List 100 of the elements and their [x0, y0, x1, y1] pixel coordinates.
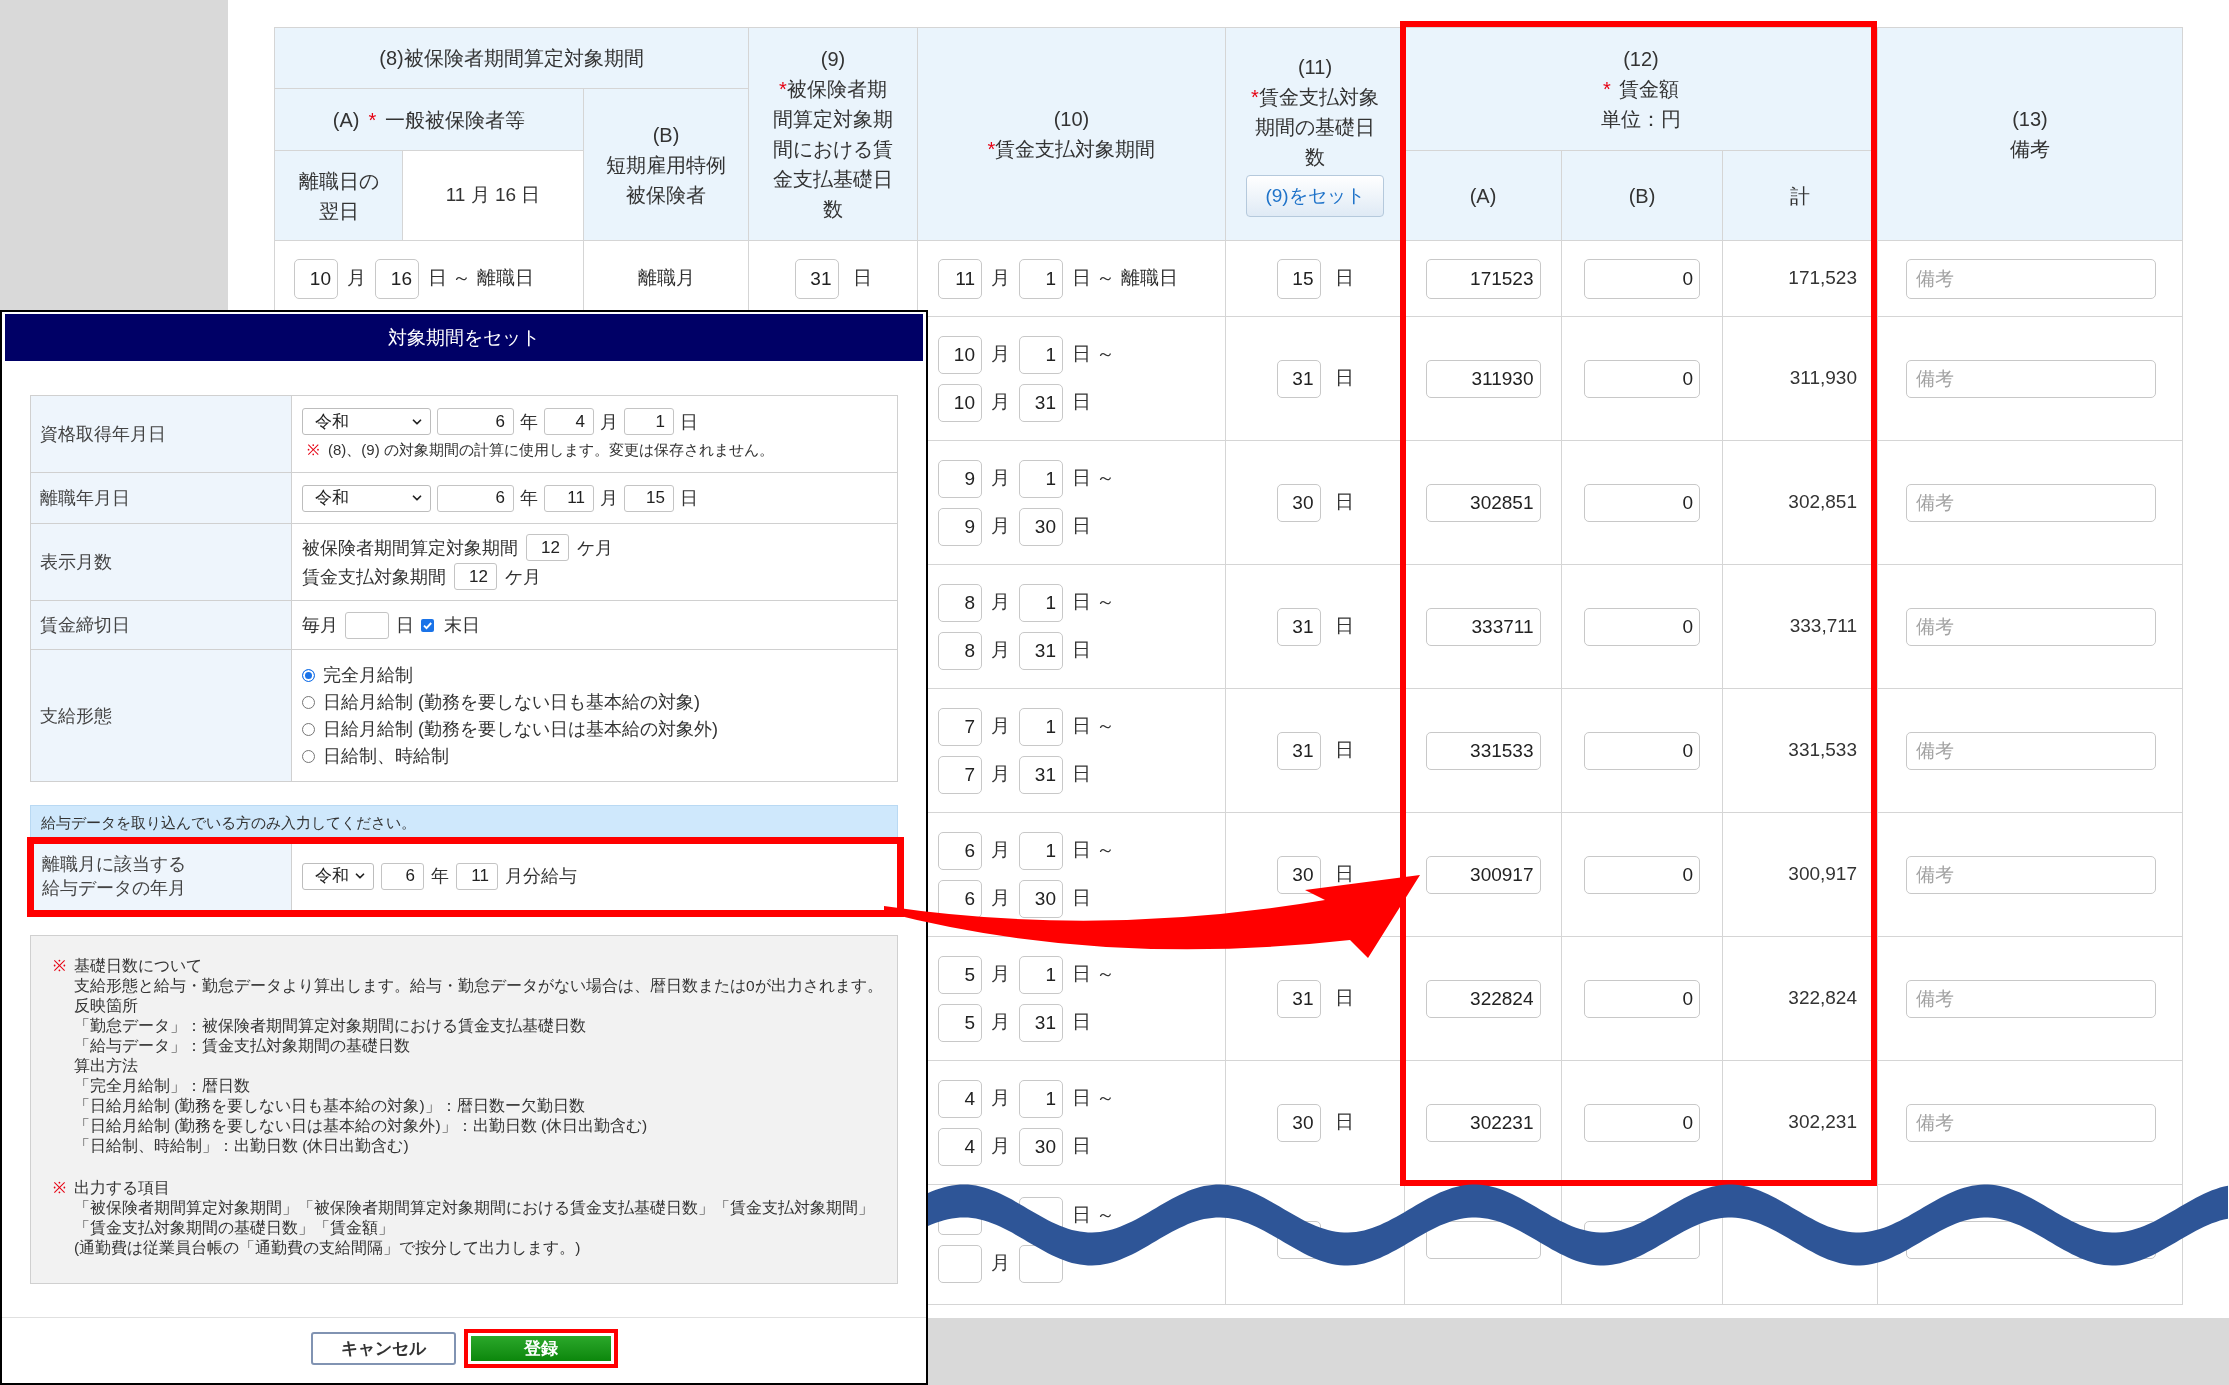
cancel-button[interactable]: キャンセル: [310, 1332, 456, 1365]
day-field[interactable]: 31: [1019, 383, 1063, 422]
era-select[interactable]: 令和: [302, 484, 431, 512]
radio-button[interactable]: [302, 722, 315, 736]
month-field[interactable]: 10: [938, 335, 982, 374]
amount-field[interactable]: 0: [1584, 258, 1700, 299]
day-field[interactable]: 15: [624, 484, 674, 512]
month-field[interactable]: 11: [938, 258, 982, 299]
amount-field[interactable]: 0: [1584, 607, 1700, 646]
days-field[interactable]: 31: [1276, 979, 1321, 1018]
month-field[interactable]: 7: [938, 707, 982, 746]
month-field[interactable]: 8: [938, 583, 982, 622]
month-field[interactable]: 11: [544, 484, 594, 512]
days-field[interactable]: 30: [1276, 855, 1321, 894]
amount-field[interactable]: 322824: [1425, 979, 1541, 1018]
set-days-button[interactable]: (9)をセット: [1246, 174, 1384, 217]
month-field[interactable]: 7: [938, 755, 982, 794]
day-field[interactable]: 30: [1019, 507, 1063, 546]
amount-field[interactable]: 331533: [1425, 731, 1541, 770]
month-field[interactable]: 6: [938, 879, 982, 918]
amount-field[interactable]: 0: [1584, 731, 1700, 770]
months-field[interactable]: 12: [526, 534, 569, 561]
days-field[interactable]: 31: [1276, 731, 1321, 770]
amount-field[interactable]: 0: [1584, 855, 1700, 894]
month-field[interactable]: 4: [938, 1127, 982, 1166]
radio-button[interactable]: [302, 749, 315, 763]
remarks-field[interactable]: 備考: [1906, 855, 2156, 894]
day-field[interactable]: 1: [1019, 335, 1063, 374]
day-field[interactable]: 30: [1019, 879, 1063, 918]
total-amount: 322,824: [1788, 987, 1857, 1009]
note-line: 「日給制、時給制」：出勤日数 (休日出勤含む): [74, 1136, 410, 1156]
day-field[interactable]: 31: [1019, 631, 1063, 670]
year-field[interactable]: 6: [437, 408, 514, 435]
era-select[interactable]: 令和: [302, 862, 374, 890]
day-field[interactable]: 31: [1019, 755, 1063, 794]
month-field[interactable]: 6: [938, 831, 982, 870]
year-field[interactable]: 6: [437, 484, 514, 512]
month-field[interactable]: 10: [938, 383, 982, 422]
day-field[interactable]: 1: [1019, 583, 1063, 622]
day-field[interactable]: [345, 611, 389, 639]
day-field[interactable]: 1: [1019, 459, 1063, 498]
remarks-field[interactable]: 備考: [1906, 731, 2156, 770]
unit-label: 日: [680, 410, 698, 433]
amount-field[interactable]: 171523: [1425, 258, 1541, 299]
unit-label: 月: [991, 962, 1010, 987]
field-label: 離職年月日: [31, 473, 292, 523]
unit-label: 月: [991, 266, 1010, 291]
day-field[interactable]: 16: [375, 258, 419, 299]
day-field[interactable]: 30: [1019, 1127, 1063, 1166]
amount-field[interactable]: 311930: [1425, 359, 1541, 398]
column-header: 離職日の翌日: [274, 150, 403, 241]
month-field[interactable]: 9: [938, 459, 982, 498]
field-label: 賃金締切日: [31, 601, 292, 649]
note-line: 「日給月給制 (勤務を要しない日は基本給の対象外)」：出勤日数 (休日出勤含む): [74, 1116, 649, 1136]
month-field[interactable]: 11: [456, 862, 498, 890]
day-field[interactable]: 1: [1019, 258, 1063, 299]
day-field[interactable]: 31: [1019, 1003, 1063, 1042]
days-field[interactable]: 30: [1276, 483, 1321, 522]
radio-button[interactable]: [302, 695, 315, 709]
days-field[interactable]: 31: [1276, 359, 1321, 398]
days-field[interactable]: 31: [794, 258, 839, 299]
unit-label: 日 ～ 離職日: [1072, 266, 1178, 291]
field-label: 離職月に該当する給与データの年月: [31, 841, 292, 911]
remarks-field[interactable]: 備考: [1906, 258, 2156, 299]
month-field[interactable]: 8: [938, 631, 982, 670]
register-button[interactable]: 登録: [470, 1336, 611, 1361]
remarks-field[interactable]: 備考: [1906, 483, 2156, 522]
day-field[interactable]: 1: [624, 408, 674, 435]
day-field[interactable]: 1: [1019, 1079, 1063, 1118]
month-field[interactable]: 5: [938, 955, 982, 994]
days-field[interactable]: 30: [1276, 1103, 1321, 1142]
amount-field[interactable]: 302231: [1425, 1103, 1541, 1142]
days-field[interactable]: 15: [1276, 258, 1321, 299]
month-field[interactable]: 5: [938, 1003, 982, 1042]
month-field[interactable]: 10: [294, 258, 338, 299]
month-field[interactable]: [938, 1244, 982, 1283]
months-field[interactable]: 12: [454, 563, 497, 590]
month-field[interactable]: 9: [938, 507, 982, 546]
remarks-field[interactable]: 備考: [1906, 607, 2156, 646]
amount-field[interactable]: 0: [1584, 979, 1700, 1018]
radio-button[interactable]: [302, 668, 315, 682]
amount-field[interactable]: 0: [1584, 483, 1700, 522]
remarks-field[interactable]: 備考: [1906, 359, 2156, 398]
day-field[interactable]: 1: [1019, 831, 1063, 870]
year-field[interactable]: 6: [381, 862, 424, 890]
remarks-field[interactable]: 備考: [1906, 979, 2156, 1018]
day-field[interactable]: 1: [1019, 955, 1063, 994]
amount-field[interactable]: 300917: [1425, 855, 1541, 894]
remarks-field[interactable]: 備考: [1906, 1103, 2156, 1142]
checkbox[interactable]: [421, 618, 434, 632]
month-field[interactable]: 4: [938, 1079, 982, 1118]
era-select[interactable]: 令和: [302, 408, 431, 435]
day-field[interactable]: 1: [1019, 707, 1063, 746]
amount-field[interactable]: 302851: [1425, 483, 1541, 522]
days-field[interactable]: 31: [1276, 607, 1321, 646]
unit-label: 日 ～: [1072, 962, 1116, 987]
amount-field[interactable]: 333711: [1425, 607, 1541, 646]
amount-field[interactable]: 0: [1584, 1103, 1700, 1142]
month-field[interactable]: 4: [544, 408, 594, 435]
amount-field[interactable]: 0: [1584, 359, 1700, 398]
